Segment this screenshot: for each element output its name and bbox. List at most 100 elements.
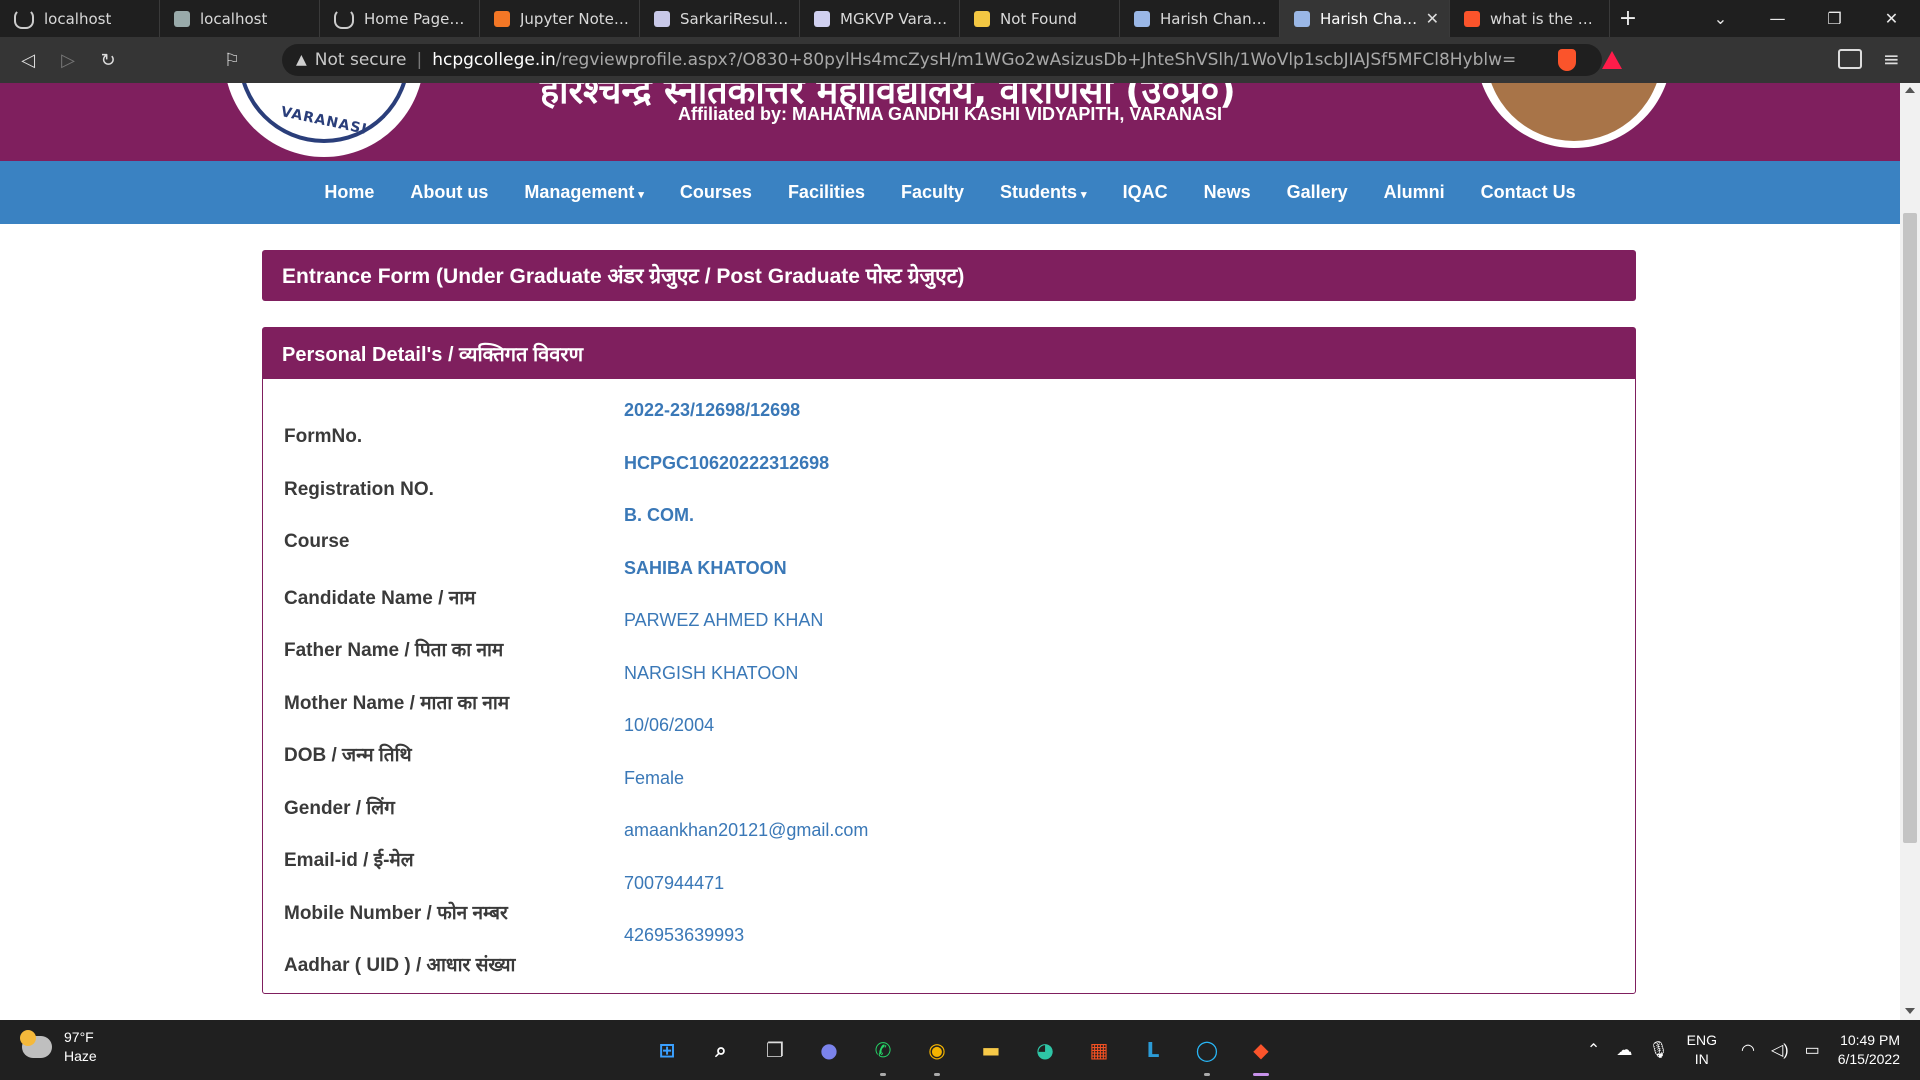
browser-tab[interactable]: localhost xyxy=(0,0,160,37)
search-icon[interactable]: ⌕ xyxy=(701,1030,741,1070)
nav-item-about-us[interactable]: About us xyxy=(410,182,488,203)
system-tray: ⌃ ☁ 🎙 ENG IN ◠ ◁) ▭ 10:49 PM 6/15/2022 xyxy=(1579,1020,1920,1080)
nav-item-iqac[interactable]: IQAC xyxy=(1123,182,1168,203)
browser-tab[interactable]: Jupyter Noteboo xyxy=(480,0,640,37)
volume-icon[interactable]: ◁) xyxy=(1771,1040,1789,1060)
minimize-icon[interactable]: — xyxy=(1749,9,1806,28)
chevron-up-icon[interactable]: ⌃ xyxy=(1587,1040,1600,1060)
new-tab-button[interactable]: + xyxy=(1610,6,1646,31)
personal-details-panel: Personal Detail's / व्यक्तिगत विवरण Form… xyxy=(262,327,1636,994)
l-app-icon[interactable]: L xyxy=(1133,1030,1173,1070)
windows-taskbar: 97°F Haze ⊞ ⌕ ❐ ● ✆ ◉ ▬ ◕ ▦ L ◯ ◆ ⌃ ☁ 🎙 ENG IN ◠ ◁)… xyxy=(0,1020,1920,1080)
tab-label: Not Found xyxy=(1000,9,1077,28)
detail-row: Gender / लिंग Female xyxy=(284,768,1614,820)
lang-top: ENG xyxy=(1686,1032,1717,1048)
clock[interactable]: 10:49 PM 6/15/2022 xyxy=(1838,1031,1900,1069)
scroll-thumb[interactable] xyxy=(1903,213,1917,843)
nav-item-facilities[interactable]: Facilities xyxy=(788,182,865,203)
wifi-icon[interactable]: ◠ xyxy=(1741,1040,1755,1060)
brave-shield-icon[interactable] xyxy=(1558,49,1576,71)
vertical-scrollbar[interactable] xyxy=(1900,83,1920,1020)
edge-icon[interactable]: ◕ xyxy=(1025,1030,1065,1070)
windows-start-icon[interactable]: ⊞ xyxy=(647,1030,687,1070)
nav-item-news[interactable]: News xyxy=(1204,182,1251,203)
bookmark-icon[interactable]: ⚐ xyxy=(212,50,252,71)
close-tab-icon[interactable]: ✕ xyxy=(1418,9,1439,28)
weather-widget[interactable]: 97°F Haze xyxy=(20,1028,97,1066)
nav-item-label: Gallery xyxy=(1286,182,1348,202)
browser-tab[interactable]: SarkariResult.com xyxy=(640,0,800,37)
chevron-down-icon: ▾ xyxy=(1081,189,1087,201)
address-bar[interactable]: ▲ Not secure | hcpgcollege.in /regviewpr… xyxy=(282,44,1602,76)
tab-label: Home Page - Sele xyxy=(364,9,469,28)
brave-rewards-icon[interactable] xyxy=(1602,51,1622,69)
browser-tab[interactable]: Harish Chand ✕ xyxy=(1280,0,1450,37)
battery-icon[interactable]: ▭ xyxy=(1805,1040,1820,1060)
browser-tab[interactable]: Home Page - Sele xyxy=(320,0,480,37)
chevron-down-icon: ▾ xyxy=(638,189,644,201)
onedrive-icon[interactable]: ☁ xyxy=(1616,1040,1632,1060)
tab-search-chevron-icon[interactable]: ⌄ xyxy=(1692,9,1749,28)
detail-value: 426953639993 xyxy=(624,925,745,945)
nav-item-courses[interactable]: Courses xyxy=(680,182,752,203)
nav-item-alumni[interactable]: Alumni xyxy=(1384,182,1445,203)
browser-tab[interactable]: MGKVP Varanasi xyxy=(800,0,960,37)
microphone-icon[interactable]: 🎙 xyxy=(1648,1040,1668,1060)
cortana-icon[interactable]: ◯ xyxy=(1187,1030,1227,1076)
restore-icon[interactable]: ❐ xyxy=(1806,9,1863,28)
nav-item-contact-us[interactable]: Contact Us xyxy=(1481,182,1576,203)
detail-row: DOB / जन्म तिथि 10/06/2004 xyxy=(284,715,1614,767)
nav-item-gallery[interactable]: Gallery xyxy=(1287,182,1348,203)
warning-icon[interactable]: ▲ xyxy=(296,52,307,68)
wallet-icon[interactable] xyxy=(1838,49,1862,69)
warning-icon xyxy=(974,10,990,27)
scroll-up-icon[interactable] xyxy=(1905,87,1915,93)
browser-tab[interactable]: Harish Chandra P xyxy=(1120,0,1280,37)
file-explorer-icon[interactable]: ▬ xyxy=(971,1030,1011,1070)
task-view-icon[interactable]: ❐ xyxy=(755,1030,795,1070)
store-icon[interactable]: ▦ xyxy=(1079,1030,1119,1070)
browser-tab[interactable]: localhost xyxy=(160,0,320,37)
detail-value: B. COM. xyxy=(624,505,694,525)
brave-icon[interactable]: ◆ xyxy=(1241,1030,1281,1076)
brave-search-icon xyxy=(1464,10,1480,27)
browser-tab[interactable]: what is the key o xyxy=(1450,0,1610,37)
nav-item-label: Alumni xyxy=(1383,182,1445,202)
back-icon[interactable]: ◁ xyxy=(8,50,48,71)
nav-item-label: Courses xyxy=(679,182,752,202)
weather-temp: 97°F xyxy=(64,1029,94,1045)
weather-icon xyxy=(20,1030,52,1058)
language-indicator[interactable]: ENG IN xyxy=(1687,1031,1717,1069)
nav-item-management[interactable]: Management ▾ xyxy=(524,182,644,203)
detail-value: amaankhan20121@gmail.com xyxy=(624,820,869,840)
detail-value: 10/06/2004 xyxy=(624,715,715,735)
whatsapp-icon[interactable]: ✆ xyxy=(863,1030,903,1076)
scroll-down-icon[interactable] xyxy=(1905,1008,1915,1014)
lang-bottom: IN xyxy=(1694,1051,1709,1067)
nav-item-home[interactable]: Home xyxy=(324,182,374,203)
forward-icon[interactable]: ▷ xyxy=(48,50,88,71)
close-window-icon[interactable]: ✕ xyxy=(1863,9,1920,28)
college-icon xyxy=(1134,10,1150,27)
page-title: Entrance Form (Under Graduate अंडर ग्रेज… xyxy=(262,250,1636,301)
nav-item-label: Facilities xyxy=(787,182,865,202)
nav-item-label: Faculty xyxy=(900,182,965,202)
detail-label: FormNo. xyxy=(284,426,363,447)
nav-item-faculty[interactable]: Faculty xyxy=(901,182,964,203)
clock-time: 10:49 PM xyxy=(1840,1032,1900,1048)
url-path[interactable]: /regviewprofile.aspx?/O830+80pylHs4mcZys… xyxy=(556,50,1517,70)
chrome-icon[interactable]: ◉ xyxy=(917,1030,957,1076)
tab-label: SarkariResult.com xyxy=(680,9,789,28)
window-controls: ⌄ — ❐ ✕ xyxy=(1692,0,1920,37)
reload-icon[interactable]: ↻ xyxy=(88,50,128,71)
browser-toolbar: ◁ ▷ ↻ ⚐ ▲ Not secure | hcpgcollege.in /r… xyxy=(0,37,1920,83)
nav-item-students[interactable]: Students ▾ xyxy=(1000,182,1087,203)
detail-value: Female xyxy=(624,767,685,788)
url-domain[interactable]: hcpgcollege.in xyxy=(432,50,556,70)
sarkari-icon xyxy=(654,10,670,27)
security-label[interactable]: Not secure xyxy=(315,50,407,70)
browser-tab[interactable]: Not Found xyxy=(960,0,1120,37)
menu-icon[interactable]: ≡ xyxy=(1883,47,1900,71)
tab-label: Harish Chand xyxy=(1320,9,1418,28)
teams-chat-icon[interactable]: ● xyxy=(809,1030,849,1070)
